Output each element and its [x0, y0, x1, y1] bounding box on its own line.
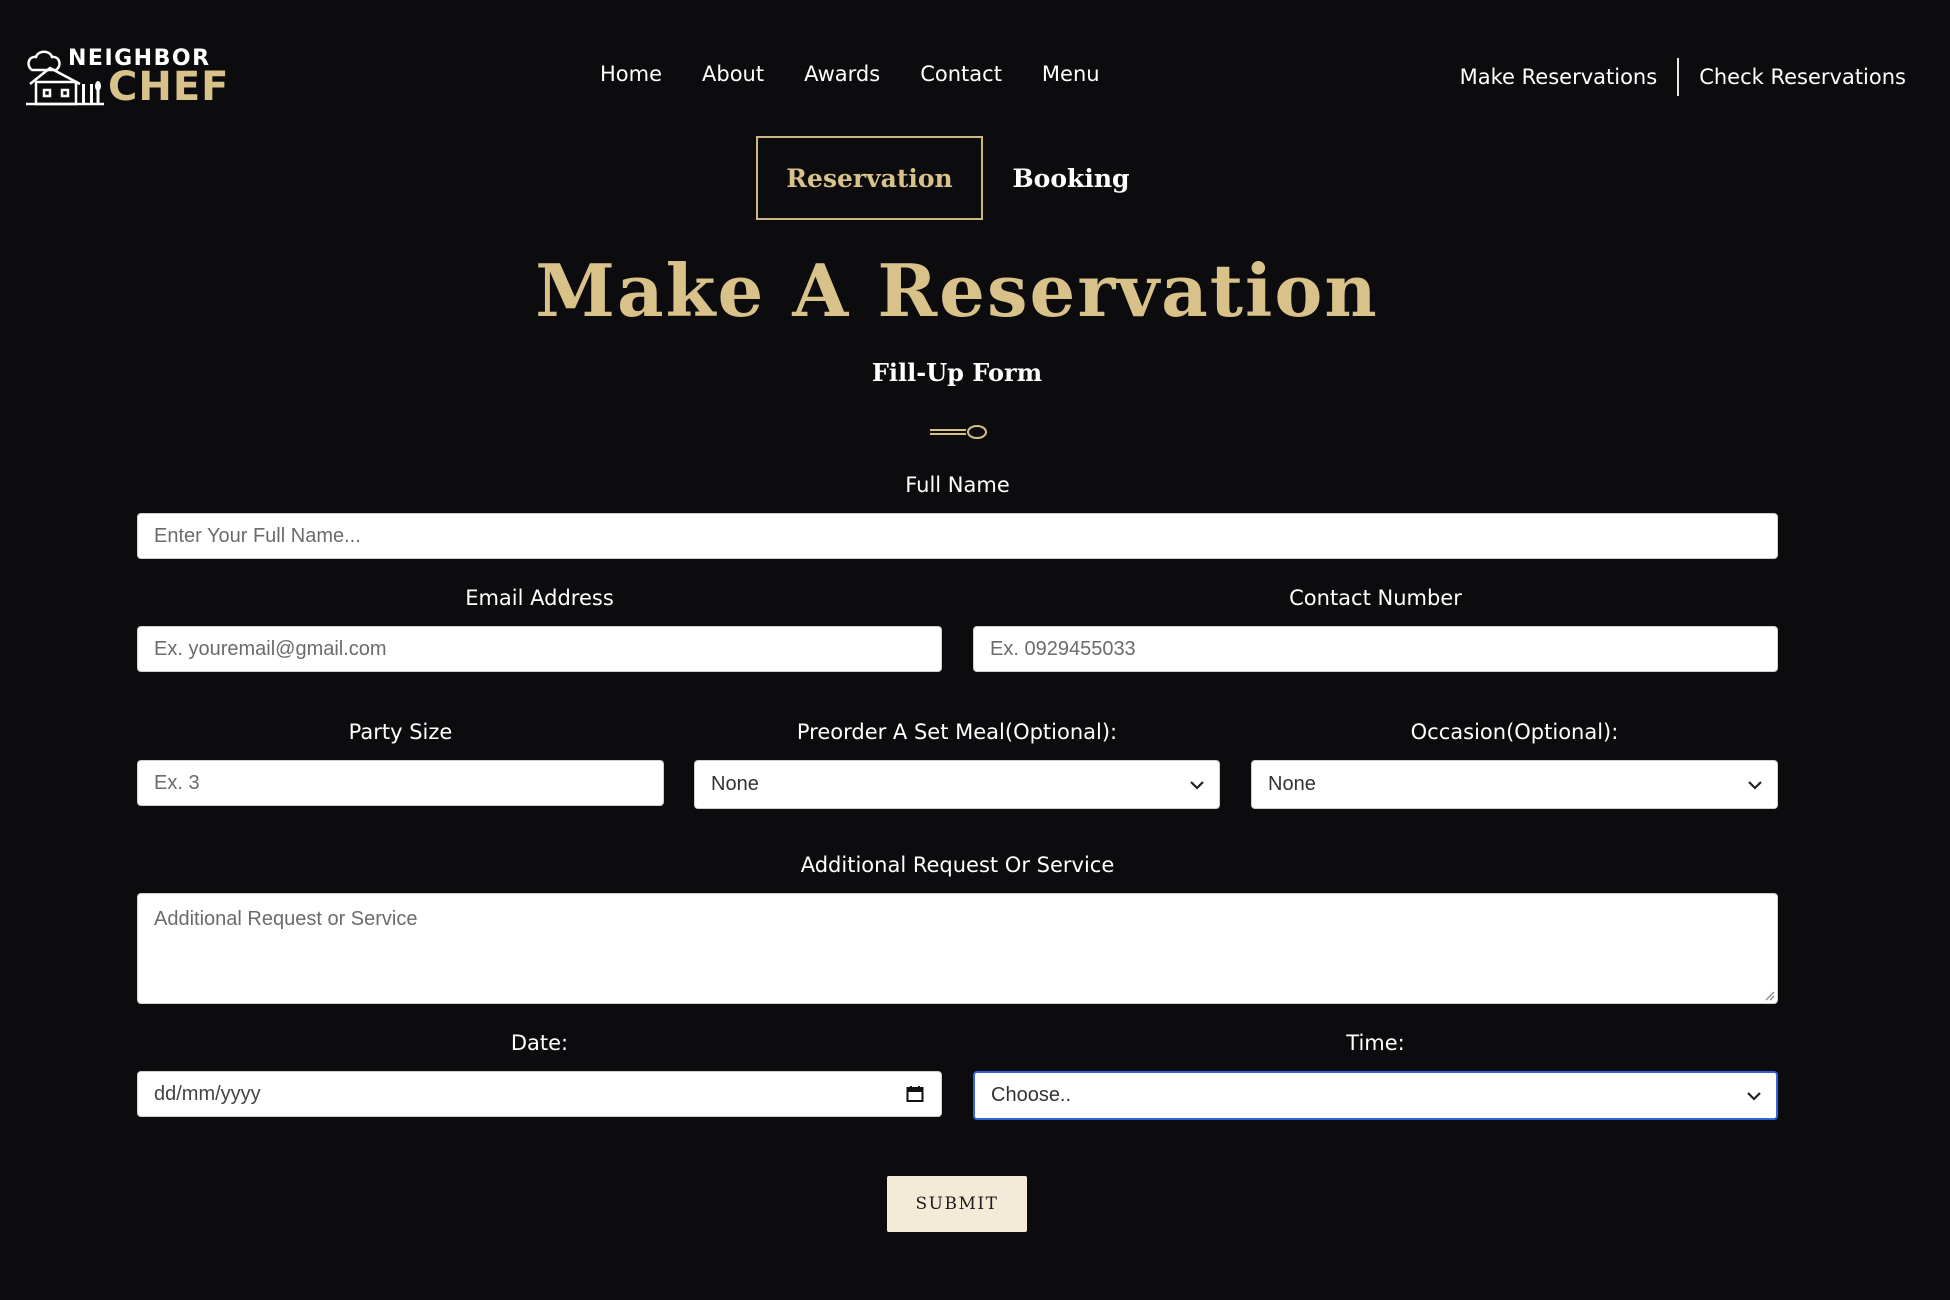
- reservation-nav: Make Reservations Check Reservations: [1460, 58, 1906, 96]
- make-reservations-link[interactable]: Make Reservations: [1460, 65, 1658, 89]
- nav-menu[interactable]: Menu: [1042, 62, 1100, 86]
- additional-request-label: Additional Request Or Service: [800, 853, 1115, 877]
- chevron-down-icon: [1747, 1091, 1761, 1101]
- occasion-label: Occasion(Optional):: [1410, 720, 1619, 744]
- preorder-select[interactable]: None: [694, 760, 1220, 809]
- time-value: Choose..: [991, 1084, 1072, 1106]
- tab-reservation[interactable]: Reservation: [756, 136, 983, 220]
- page-subtitle: Fill-Up Form: [871, 358, 1043, 387]
- preorder-value: None: [711, 773, 759, 795]
- resize-grip-icon[interactable]: [1763, 989, 1775, 1001]
- email-input[interactable]: Ex. youremail@gmail.com: [137, 626, 942, 672]
- contact-label: Contact Number: [1289, 586, 1462, 610]
- additional-request-placeholder: Additional Request or Service: [154, 908, 418, 930]
- main-nav: Home About Awards Contact Menu: [600, 62, 1140, 86]
- chevron-down-icon: [1748, 780, 1762, 790]
- page-title: Make A Reservation: [535, 248, 1379, 333]
- full-name-input[interactable]: Enter Your Full Name...: [137, 513, 1778, 559]
- occasion-value: None: [1268, 773, 1316, 795]
- brand-name-bottom: CHEF: [108, 64, 230, 110]
- email-placeholder: Ex. youremail@gmail.com: [154, 637, 387, 660]
- chevron-down-icon: [1190, 780, 1204, 790]
- full-name-label: Full Name: [905, 473, 1010, 497]
- preorder-label: Preorder A Set Meal(Optional):: [796, 720, 1118, 744]
- occasion-select[interactable]: None: [1251, 760, 1778, 809]
- party-size-placeholder: Ex. 3: [154, 771, 200, 794]
- date-input[interactable]: dd/mm/yyyy: [137, 1071, 942, 1117]
- additional-request-textarea[interactable]: Additional Request or Service: [137, 893, 1778, 1004]
- submit-button[interactable]: SUBMIT: [887, 1176, 1027, 1232]
- party-size-input[interactable]: Ex. 3: [137, 760, 664, 806]
- email-label: Email Address: [465, 586, 614, 610]
- nav-contact[interactable]: Contact: [920, 62, 1002, 86]
- nav-home[interactable]: Home: [600, 62, 662, 86]
- nav-awards[interactable]: Awards: [804, 62, 880, 86]
- nav-divider: [1677, 58, 1680, 96]
- check-reservations-link[interactable]: Check Reservations: [1699, 65, 1906, 89]
- calendar-icon[interactable]: [905, 1084, 925, 1104]
- party-size-label: Party Size: [348, 720, 453, 744]
- time-label: Time:: [1346, 1031, 1405, 1055]
- tab-booking[interactable]: Booking: [1000, 136, 1142, 220]
- full-name-placeholder: Enter Your Full Name...: [154, 524, 361, 547]
- date-label: Date:: [510, 1031, 569, 1055]
- date-placeholder: dd/mm/yyyy: [154, 1082, 261, 1105]
- nav-about[interactable]: About: [702, 62, 764, 86]
- time-select[interactable]: Choose..: [973, 1071, 1778, 1120]
- spoon-divider-icon: [930, 425, 987, 439]
- brand-logo[interactable]: NEIGHBOR CHEF: [24, 44, 228, 110]
- contact-placeholder: Ex. 0929455033: [990, 637, 1136, 660]
- contact-input[interactable]: Ex. 0929455033: [973, 626, 1778, 672]
